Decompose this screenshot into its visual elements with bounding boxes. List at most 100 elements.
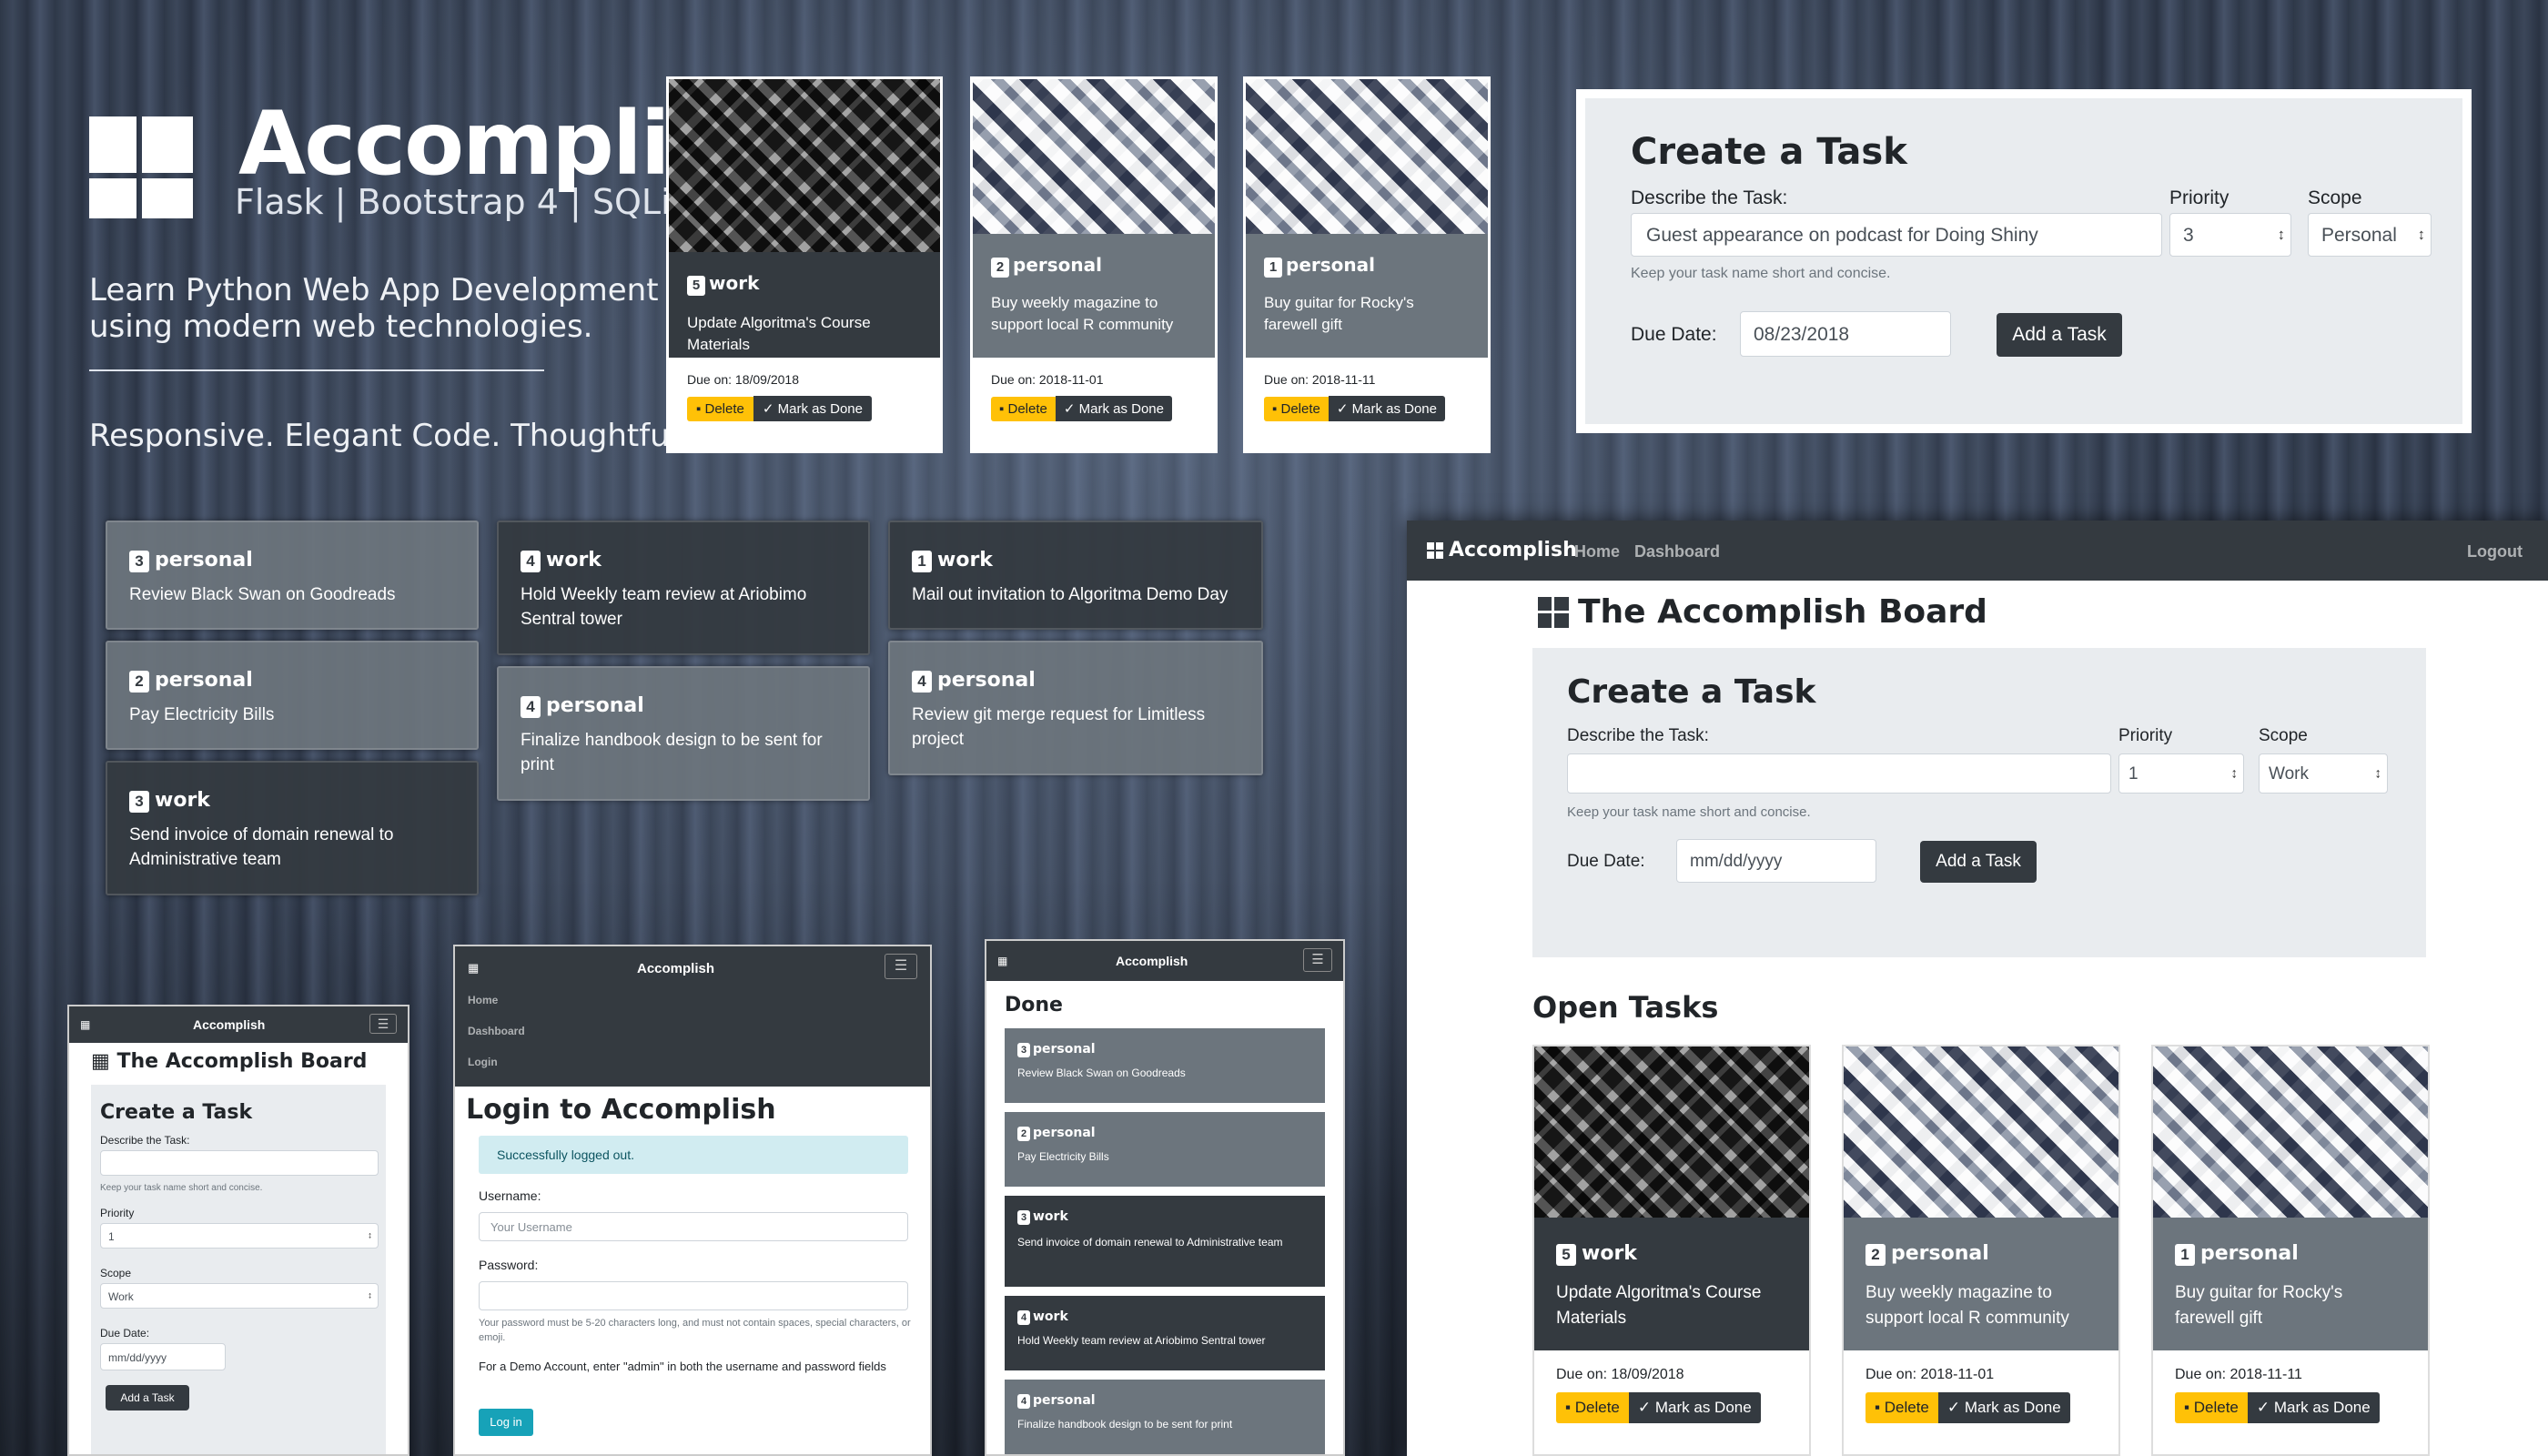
mark-done-button[interactable]: ✓ Mark as Done xyxy=(1055,396,1172,421)
due-label: Due Date: xyxy=(100,1327,150,1340)
brand-link[interactable]: Accomplish xyxy=(1116,954,1188,968)
mark-done-button[interactable]: ✓ Mark as Done xyxy=(1937,1392,2070,1423)
priority-badge: 4 xyxy=(1017,1310,1030,1325)
priority-badge: 4 xyxy=(521,551,541,572)
hero-tagline: Responsive. Elegant Code. Thoughtful. xyxy=(89,418,688,454)
login-title: Login to Accomplish xyxy=(466,1094,776,1126)
scope-label: work xyxy=(937,549,993,571)
scope-select[interactable]: Personal xyxy=(2308,213,2432,257)
hamburger-icon[interactable]: ☰ xyxy=(369,1014,397,1034)
scope-label: Scope xyxy=(2308,187,2362,208)
priority-select[interactable]: 3 xyxy=(2169,213,2291,257)
nav-dashboard[interactable]: Dashboard xyxy=(1634,542,1720,561)
describe-label: Describe the Task: xyxy=(1631,187,1788,208)
menu-home[interactable]: Home xyxy=(468,994,498,1006)
done-item: 4 work Hold Weekly team review at Ariobim… xyxy=(1005,1296,1325,1370)
scope-label: Scope xyxy=(100,1267,132,1279)
mark-done-button[interactable]: ✓ Mark as Done xyxy=(1328,396,1445,421)
scope-label: personal xyxy=(1286,254,1375,276)
scope-label: personal xyxy=(1033,1126,1096,1140)
delete-button[interactable]: ▪ Delete xyxy=(1866,1392,1938,1423)
password-input[interactable] xyxy=(479,1281,908,1310)
priority-badge: 3 xyxy=(129,791,149,813)
priority-badge: 3 xyxy=(129,551,149,572)
mark-done-button[interactable]: ✓ Mark as Done xyxy=(753,396,872,421)
scope-label: personal xyxy=(1013,254,1102,276)
username-input[interactable]: Your Username xyxy=(479,1212,908,1241)
scope-label: personal xyxy=(155,549,253,571)
delete-button[interactable]: ▪ Delete xyxy=(991,397,1056,421)
task-help: Keep your task name short and concise. xyxy=(1567,804,1811,820)
menu-login[interactable]: Login xyxy=(468,1056,498,1068)
password-label: Password: xyxy=(479,1258,539,1272)
task-card: 1 personal Buy guitar for Rocky's farewel… xyxy=(1243,76,1491,453)
scope-select[interactable]: Work xyxy=(100,1283,379,1309)
priority-label: Priority xyxy=(2118,726,2173,745)
scope-label: work xyxy=(1582,1242,1637,1265)
delete-button[interactable]: ▪ Delete xyxy=(2175,1392,2248,1423)
hero-line-2: using modern web technologies. xyxy=(89,308,593,345)
create-task-panel: Create a Task Describe the Task: Keep yo… xyxy=(1532,648,2426,957)
task-text: Review Black Swan on Goodreads xyxy=(129,585,396,604)
hamburger-icon[interactable]: ☰ xyxy=(885,954,917,979)
describe-label: Describe the Task: xyxy=(1567,726,1709,745)
priority-badge: 3 xyxy=(1017,1210,1030,1225)
add-task-button[interactable]: Add a Task xyxy=(106,1385,189,1410)
navbar: Accomplish Home Dashboard Logout xyxy=(1407,521,2548,581)
scope-label: personal xyxy=(155,669,253,692)
task-input[interactable] xyxy=(1567,753,2111,794)
delete-button[interactable]: ▪ Delete xyxy=(1264,397,1329,421)
login-button[interactable]: Log in xyxy=(479,1409,533,1436)
mark-done-button[interactable]: ✓ Mark as Done xyxy=(2247,1392,2380,1423)
task-tile: 4 personal Finalize handbook design to be… xyxy=(497,666,870,801)
brand-link[interactable]: Accomplish xyxy=(1449,539,1577,561)
scope-label: work xyxy=(1033,1309,1068,1324)
menu-dashboard[interactable]: Dashboard xyxy=(468,1025,525,1037)
brand-link[interactable]: Accomplish xyxy=(193,1017,265,1032)
brand-link[interactable]: Accomplish xyxy=(637,961,714,976)
due-label: Due Date: xyxy=(1631,324,1717,345)
create-title: Create a Task xyxy=(1567,673,1816,711)
board-title: ▦ The Accomplish Board xyxy=(91,1050,368,1073)
delete-button[interactable]: ▪ Delete xyxy=(1556,1392,1629,1423)
nav-home[interactable]: Home xyxy=(1574,542,1620,561)
mobile-login-window: ▦ Accomplish ☰ Home Dashboard Login Logi… xyxy=(453,945,932,1456)
priority-select[interactable]: 1 xyxy=(2118,753,2244,794)
mobile-done-window: ▦ Accomplish ☰ Done 3 personal Review Bla… xyxy=(985,939,1345,1456)
logo-icon: ▦ xyxy=(468,961,480,975)
task-text: Buy weekly magazine to support local R c… xyxy=(991,294,1174,333)
due-date-input[interactable]: 08/23/2018 xyxy=(1740,311,1951,357)
priority-badge: 1 xyxy=(912,551,932,572)
scope-label: personal xyxy=(937,669,1036,692)
due-date: Due on: 18/09/2018 xyxy=(687,372,799,387)
task-input[interactable]: Guest appearance on podcast for Doing Sh… xyxy=(1631,213,2162,257)
board-title: The Accomplish Board xyxy=(1578,593,1987,631)
add-task-button[interactable]: Add a Task xyxy=(1920,841,2037,883)
hamburger-icon[interactable]: ☰ xyxy=(1303,948,1332,972)
task-tile: 3 personal Review Black Swan on Goodreads xyxy=(106,521,479,630)
priority-select[interactable]: 1 xyxy=(100,1223,379,1249)
create-title: Create a Task xyxy=(100,1101,253,1124)
scope-select[interactable]: Work xyxy=(2259,753,2388,794)
logo-icon: ▦ xyxy=(997,955,1008,967)
demo-note: For a Demo Account, enter "admin" in bot… xyxy=(479,1360,886,1373)
priority-badge: 2 xyxy=(129,671,149,693)
card-image xyxy=(2153,1046,2428,1218)
task-input[interactable] xyxy=(100,1150,379,1176)
scope-label: personal xyxy=(2200,1242,2299,1265)
task-text: Pay Electricity Bills xyxy=(1017,1150,1109,1163)
add-task-button[interactable]: Add a Task xyxy=(1997,313,2122,357)
task-text: Send invoice of domain renewal to Admini… xyxy=(1017,1236,1283,1249)
card-image xyxy=(1844,1046,2118,1218)
due-date-input[interactable]: mm/dd/yyyy xyxy=(100,1343,226,1370)
scope-label: personal xyxy=(1033,1042,1096,1057)
scope-label: work xyxy=(1033,1209,1068,1224)
nav-logout[interactable]: Logout xyxy=(2467,542,2523,561)
task-text: Buy guitar for Rocky's farewell gift xyxy=(2175,1283,2343,1328)
due-date-input[interactable]: mm/dd/yyyy xyxy=(1676,839,1876,883)
done-title: Done xyxy=(1005,994,1063,1016)
priority-badge: 5 xyxy=(1556,1244,1576,1266)
delete-button[interactable]: ▪ Delete xyxy=(687,397,753,421)
board-logo-icon xyxy=(1538,597,1569,628)
mark-done-button[interactable]: ✓ Mark as Done xyxy=(1628,1392,1761,1423)
